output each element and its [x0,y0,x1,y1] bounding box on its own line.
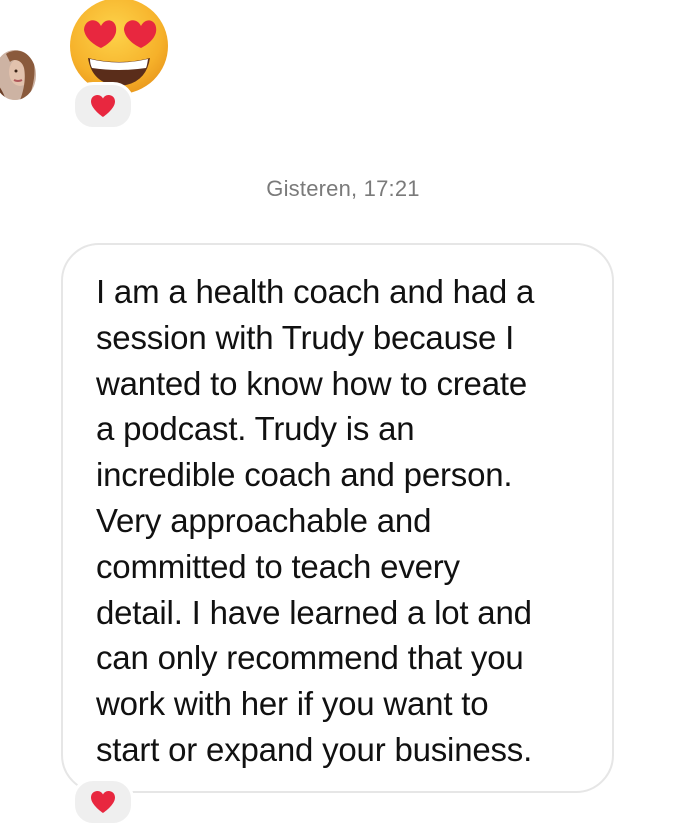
red-heart-icon [91,791,115,813]
message-text: I am a health coach and had a session wi… [96,273,535,768]
message-reaction[interactable] [72,778,134,826]
avatar-photo [0,50,36,100]
heart-eyes-emoji-icon [68,0,170,96]
emoji-message-reaction[interactable] [72,82,134,130]
red-heart-icon [91,95,115,117]
message-timestamp: Gisteren, 17:21 [266,176,420,201]
message-bubble[interactable]: I am a health coach and had a session wi… [61,243,614,793]
contact-avatar[interactable] [0,50,36,100]
